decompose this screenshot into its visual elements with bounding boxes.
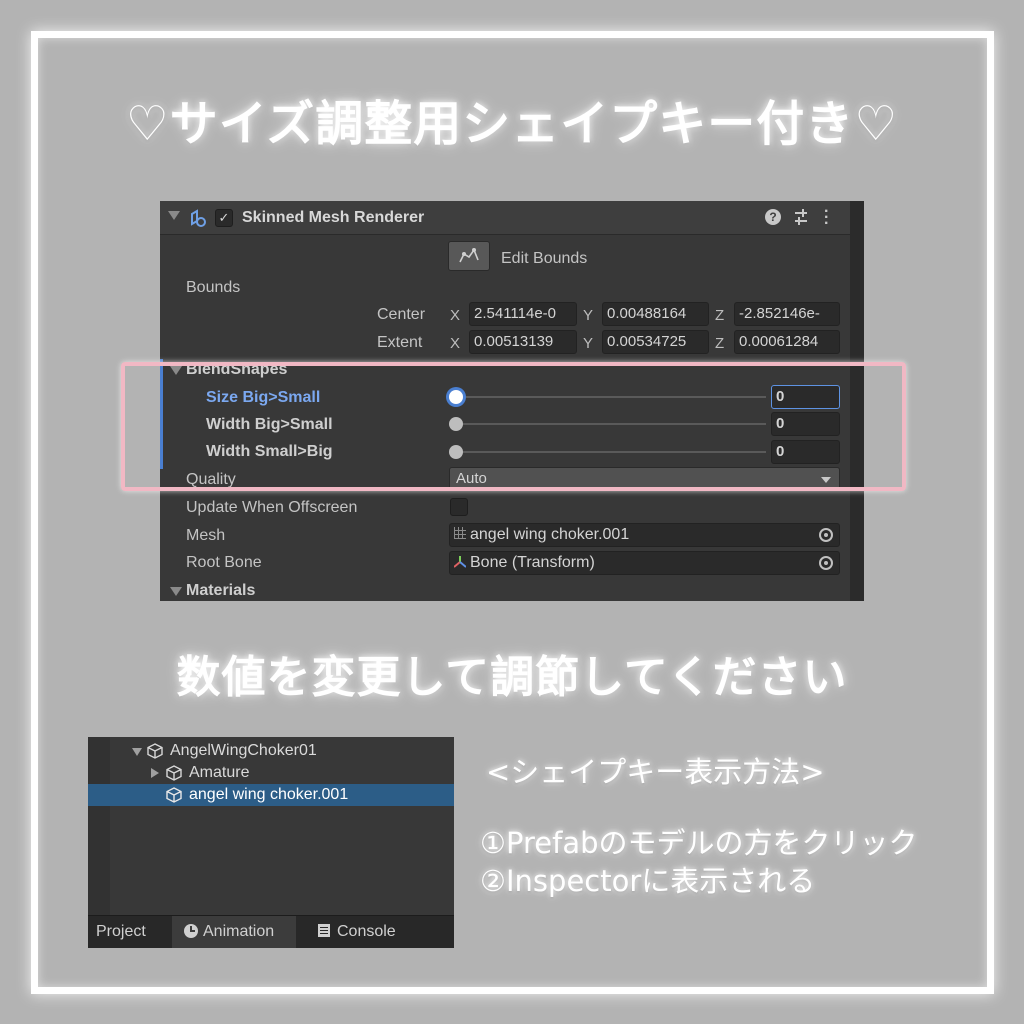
- extent-x-field[interactable]: 0.00513139: [469, 330, 577, 354]
- root-bone-value: Bone (Transform): [470, 554, 595, 571]
- instruction-text: 数値を変更して調節してください: [176, 652, 848, 703]
- animation-tab-label: Animation: [203, 923, 275, 940]
- extent-z-label: Z: [715, 335, 725, 352]
- hierarchy-row-amature[interactable]: Amature: [88, 762, 454, 784]
- blendshapes-highlight-box: [121, 362, 906, 491]
- mesh-grid-icon: [454, 527, 466, 539]
- center-y-field[interactable]: 0.00488164: [602, 302, 709, 326]
- help-icon[interactable]: ?: [765, 209, 781, 225]
- bottom-tab-bar: Project Animation Console: [88, 915, 454, 948]
- center-x-field[interactable]: 2.541114e-0: [469, 302, 577, 326]
- extent-y-label: Y: [583, 335, 594, 352]
- foldout-arrow-icon[interactable]: [168, 211, 180, 220]
- center-z-label: Z: [715, 307, 725, 324]
- amature-expand-arrow-icon[interactable]: [151, 768, 159, 778]
- root-bone-label: Root Bone: [186, 554, 262, 571]
- edit-bounds-label: Edit Bounds: [501, 250, 588, 267]
- transform-icon: [453, 553, 467, 568]
- center-label: Center: [377, 306, 426, 323]
- prefab-cube-icon: [147, 743, 163, 764]
- howto-step-2: ②Inspectorに表示される: [480, 864, 816, 898]
- presets-icon[interactable]: [792, 207, 810, 232]
- root-bone-picker-icon[interactable]: [819, 556, 833, 570]
- bounds-label: Bounds: [186, 279, 241, 296]
- extent-x-label: X: [450, 335, 461, 352]
- howto-heading: <シェイプキー表示方法>: [486, 755, 825, 789]
- console-icon: [318, 924, 330, 937]
- project-tab-label: Project: [96, 923, 146, 940]
- edit-bounds-button[interactable]: [448, 241, 490, 271]
- center-y-label: Y: [583, 307, 594, 324]
- materials-label[interactable]: Materials: [186, 582, 255, 600]
- howto-step-1: ①Prefabのモデルの方をクリック: [480, 826, 918, 860]
- component-header[interactable]: ✓ Skinned Mesh Renderer ? · · ·: [160, 201, 850, 235]
- hierarchy-amature-label: Amature: [189, 764, 250, 781]
- mesh-cube-icon: [166, 787, 182, 808]
- hierarchy-root-label: AngelWingChoker01: [170, 742, 317, 759]
- console-tab-label: Console: [337, 923, 396, 940]
- materials-foldout-icon[interactable]: [170, 587, 182, 596]
- clock-icon: [184, 924, 198, 938]
- root-expand-arrow-icon[interactable]: [132, 748, 142, 756]
- extent-z-field[interactable]: 0.00061284: [734, 330, 840, 354]
- skinned-mesh-icon: [188, 208, 208, 233]
- mesh-picker-icon[interactable]: [819, 528, 833, 542]
- more-options-icon[interactable]: · · ·: [824, 204, 829, 232]
- extent-y-field[interactable]: 0.00534725: [602, 330, 709, 354]
- page-title: ♡サイズ調整用シェイプキー付き♡: [125, 96, 899, 152]
- hierarchy-row-mesh[interactable]: angel wing choker.001: [88, 784, 454, 806]
- edit-bounds-icon: [459, 248, 479, 263]
- mesh-value: angel wing choker.001: [470, 526, 630, 543]
- component-title: Skinned Mesh Renderer: [242, 209, 425, 226]
- tab-animation[interactable]: Animation: [172, 916, 296, 948]
- update-offscreen-label: Update When Offscreen: [186, 499, 358, 516]
- update-offscreen-checkbox[interactable]: [450, 498, 468, 516]
- hierarchy-row-root[interactable]: AngelWingChoker01: [88, 740, 454, 762]
- root-bone-object-field[interactable]: Bone (Transform): [449, 551, 840, 575]
- tab-console[interactable]: Console: [308, 916, 438, 948]
- amature-cube-icon: [166, 765, 182, 786]
- tab-project[interactable]: Project: [88, 916, 172, 948]
- hierarchy-mesh-label: angel wing choker.001: [189, 786, 349, 803]
- center-x-label: X: [450, 307, 461, 324]
- hierarchy-panel: AngelWingChoker01 Amature angel wing cho…: [88, 737, 454, 948]
- component-enabled-checkbox[interactable]: ✓: [215, 209, 233, 227]
- extent-label: Extent: [377, 334, 423, 351]
- mesh-object-field[interactable]: angel wing choker.001: [449, 523, 840, 547]
- mesh-label: Mesh: [186, 527, 226, 544]
- center-z-field[interactable]: -2.852146e-: [734, 302, 840, 326]
